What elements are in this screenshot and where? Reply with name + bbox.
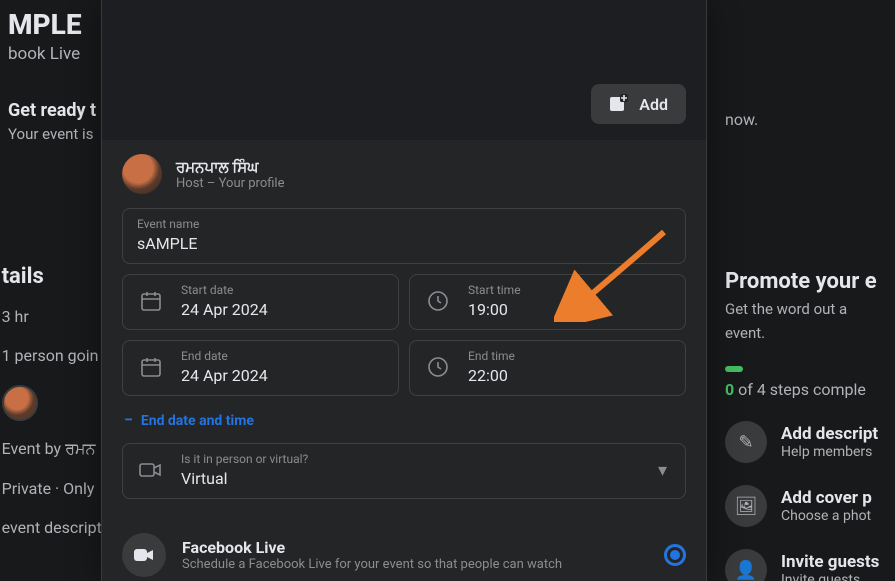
end-date-label: End date (181, 349, 384, 363)
start-time-field[interactable]: Start time 19:00 (409, 274, 686, 330)
facebook-live-sub: Schedule a Facebook Live for your event … (182, 557, 562, 572)
promote-cover-title: Add cover p (781, 488, 872, 508)
steps-count: 0 (725, 380, 734, 399)
end-date-value: 24 Apr 2024 (181, 366, 384, 385)
promote-item-invite[interactable]: 👤 Invite guests Invite guests (725, 549, 885, 581)
add-cover-button[interactable]: Add (591, 84, 686, 124)
start-date-label: Start date (181, 283, 384, 297)
calendar-icon (137, 287, 165, 315)
bg-details-going: 1 person goin (2, 346, 115, 365)
start-time-label: Start time (468, 283, 671, 297)
promote-item-desc[interactable]: ✎ Add descript Help members (725, 421, 885, 463)
event-name-field[interactable]: Event name sAMPLE (122, 208, 686, 264)
facebook-live-title: Facebook Live (182, 538, 562, 557)
promote-invite-sub: Invite guests (781, 572, 879, 581)
cover-area: Add (102, 0, 706, 140)
end-time-field[interactable]: End time 22:00 (409, 340, 686, 396)
end-date-field[interactable]: End date 24 Apr 2024 (122, 340, 399, 396)
end-date-time-toggle[interactable]: − End date and time (122, 406, 686, 433)
camera-icon (137, 456, 165, 484)
promote-item-cover[interactable]: 🖼 Add cover p Choose a phot (725, 485, 885, 527)
video-icon (122, 533, 166, 577)
clock-icon (424, 353, 452, 381)
virtual-label: Is it in person or virtual? (181, 452, 642, 466)
pencil-icon: ✎ (738, 432, 753, 453)
promote-desc-title: Add descript (781, 424, 878, 444)
minus-icon: − (124, 410, 133, 429)
virtual-value: Virtual (181, 469, 642, 488)
steps-text: of 4 steps comple (738, 380, 866, 399)
facebook-live-option[interactable]: Facebook Live Schedule a Facebook Live f… (102, 519, 706, 581)
promote-invite-title: Invite guests (781, 552, 879, 572)
start-date-value: 24 Apr 2024 (181, 300, 384, 319)
event-name-value: sAMPLE (137, 234, 671, 253)
clock-icon (424, 287, 452, 315)
person-add-icon: 👤 (735, 560, 757, 581)
bg-avatar (2, 385, 38, 421)
bg-details-by: Event by ਰਮਨ (2, 439, 115, 459)
bg-promote-sub2: event. (725, 324, 885, 342)
image-icon: 🖼 (735, 496, 758, 517)
event-name-label: Event name (137, 217, 671, 231)
bg-details-duration: 3 hr (2, 307, 115, 326)
bg-details-private: Private · Only (2, 479, 115, 498)
bg-details-desc: event descriptio (2, 518, 115, 537)
end-time-value: 22:00 (468, 366, 671, 385)
plus-image-icon (609, 94, 629, 114)
start-date-field[interactable]: Start date 24 Apr 2024 (122, 274, 399, 330)
host-avatar (122, 154, 162, 194)
bg-promote-title: Promote your e (725, 269, 885, 294)
start-time-value: 19:00 (468, 300, 671, 319)
bg-promote-sub1: Get the word out a (725, 300, 885, 318)
create-event-modal: Add ਰਮਨਪਾਲ ਸਿੰਘ Host – Your profile Even… (101, 0, 707, 581)
promote-cover-sub: Choose a phot (781, 508, 872, 524)
progress-bar (725, 366, 743, 372)
host-name: ਰਮਨਪਾਲ ਸਿੰਘ (176, 158, 285, 176)
virtual-field[interactable]: Is it in person or virtual? Virtual ▾ (122, 443, 686, 499)
facebook-live-radio[interactable] (664, 544, 686, 566)
end-time-label: End time (468, 349, 671, 363)
bg-details-heading: tails (2, 264, 115, 289)
promote-desc-sub: Help members (781, 444, 878, 460)
calendar-icon (137, 353, 165, 381)
chevron-down-icon: ▾ (658, 460, 667, 481)
bg-right-now: now. (725, 110, 885, 129)
host-role: Host – Your profile (176, 176, 285, 191)
add-cover-label: Add (639, 95, 668, 114)
end-date-time-label: End date and time (141, 413, 254, 429)
